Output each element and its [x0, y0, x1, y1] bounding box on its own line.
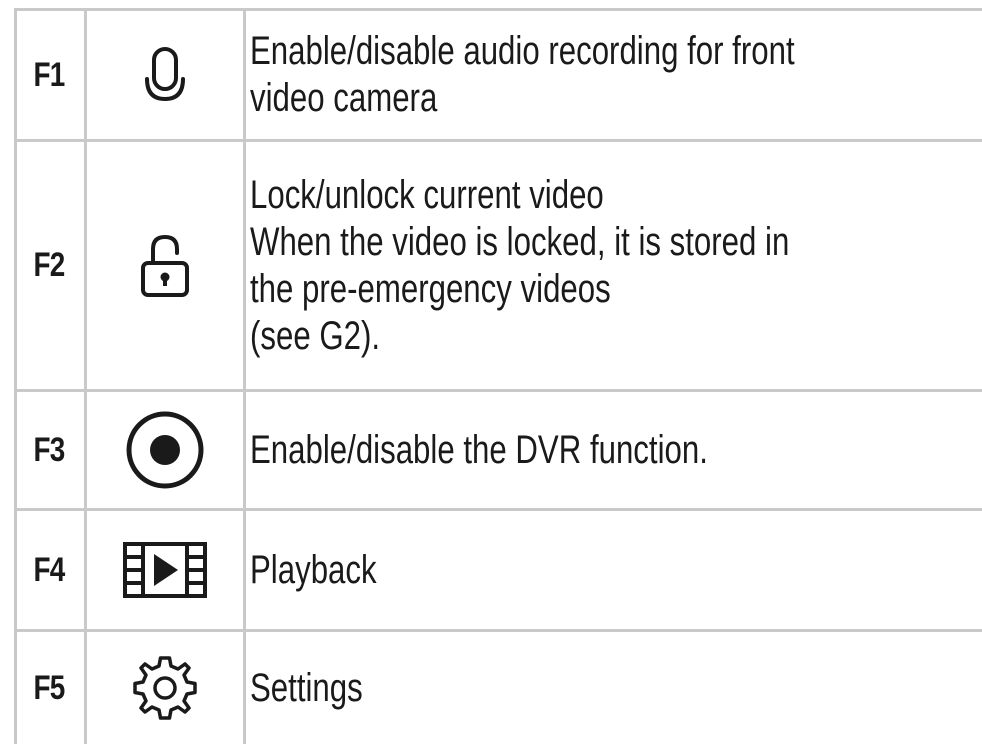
settings-gear-icon — [133, 656, 197, 720]
record-icon — [126, 411, 204, 489]
table-row-f4: F4 Playback — [14, 511, 982, 629]
function-description: Lock/unlock current video When the video… — [250, 172, 790, 358]
table-row-f2: F2 Lock/unlock current video When the vi… — [14, 142, 982, 389]
table-row-f3: F3 Enable/disable the DVR function. — [14, 392, 982, 508]
function-table: F1 Enable/disable audio recording for fr… — [0, 0, 982, 744]
function-description: Settings — [250, 665, 363, 710]
playback-film-icon — [123, 542, 207, 598]
function-code: F4 — [33, 550, 66, 589]
table-row-f5: F5 Settings — [14, 632, 982, 744]
function-description: Playback — [250, 547, 377, 592]
function-code: F1 — [33, 55, 66, 94]
unlock-icon — [141, 234, 189, 297]
function-code: F3 — [33, 430, 66, 469]
microphone-icon — [145, 47, 185, 102]
function-code: F2 — [33, 246, 66, 284]
table-row-f1: F1 Enable/disable audio recording for fr… — [14, 11, 982, 139]
function-code: F5 — [33, 668, 66, 707]
function-description: Enable/disable audio recording for front… — [250, 29, 795, 120]
function-description: Enable/disable the DVR function. — [250, 427, 708, 472]
